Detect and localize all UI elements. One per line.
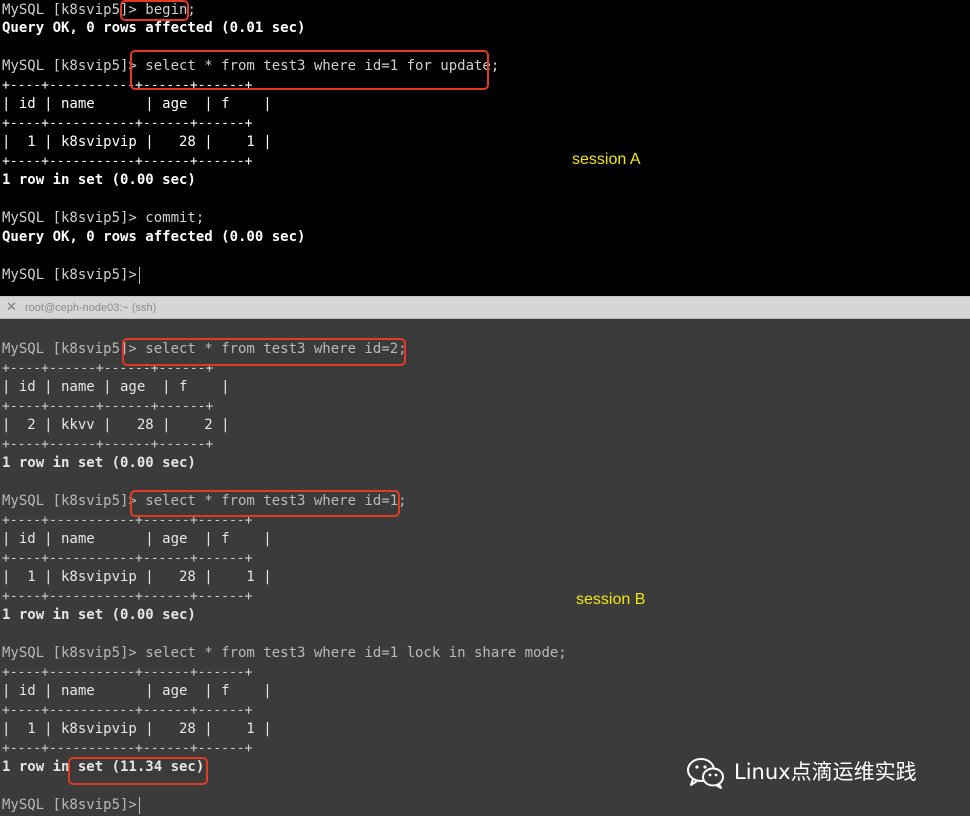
text-cursor	[139, 267, 140, 284]
tab-title[interactable]: root@ceph-node03:~ (ssh)	[25, 301, 156, 315]
terminal-line: 1 row in set (0.00 sec)	[2, 455, 196, 471]
terminal-prompt: MySQL [k8svip5]>	[2, 797, 146, 813]
highlight-box	[130, 490, 400, 517]
terminal-line: MySQL [k8svip5]> commit;	[2, 210, 205, 226]
table-header-row: | id | name | age | f |	[2, 683, 272, 699]
table-border: +----+------+------+------+	[2, 437, 214, 452]
session-a-label: session A	[572, 151, 641, 168]
table-border: +----+-----------+------+------+	[2, 741, 253, 756]
table-row: | 1 | k8svipvip | 28 | 1 |	[2, 721, 272, 737]
highlight-box	[120, 0, 189, 21]
session-a-terminal[interactable]: MySQL [k8svip5]> begin; Query OK, 0 rows…	[0, 0, 970, 296]
table-header-row: | id | name | age | f |	[2, 96, 272, 112]
table-border: +----+-----------+------+------+	[2, 551, 253, 566]
wechat-icon	[687, 758, 724, 789]
table-header-row: | id | name | age | f |	[2, 379, 230, 395]
table-row: | 1 | k8svipvip | 28 | 1 |	[2, 134, 272, 150]
session-b-label: session B	[576, 591, 646, 608]
terminal-line: Query OK, 0 rows affected (0.01 sec)	[2, 20, 306, 36]
terminal-line: MySQL [k8svip5]> select * from test3 whe…	[2, 645, 567, 661]
table-border: +----+-----------+------+------+	[2, 703, 253, 718]
text-cursor	[139, 797, 140, 814]
table-border: +----+------+------+------+	[2, 399, 214, 414]
close-icon[interactable]: ✕	[6, 300, 17, 315]
watermark-text: Linux点滴运维实践	[734, 760, 917, 784]
table-border: +----+-----------+------+------+	[2, 665, 253, 680]
terminal-line: Query OK, 0 rows affected (0.00 sec)	[2, 229, 306, 245]
table-row: | 1 | k8svipvip | 28 | 1 |	[2, 569, 272, 585]
table-border: +----+-----------+------+------+	[2, 116, 253, 131]
table-row: | 2 | kkvv | 28 | 2 |	[2, 417, 230, 433]
terminal-line: 1 row in set (0.00 sec)	[2, 607, 196, 623]
highlight-box	[68, 757, 208, 785]
highlight-box	[130, 50, 489, 90]
terminal-line: 1 row in set (0.00 sec)	[2, 172, 196, 188]
ssh-tab-bar[interactable]: ✕ root@ceph-node03:~ (ssh)	[0, 296, 970, 319]
session-b-terminal[interactable]: MySQL [k8svip5]> select * from test3 whe…	[0, 319, 970, 816]
terminal-prompt: MySQL [k8svip5]>	[2, 267, 146, 283]
highlight-box	[122, 338, 406, 366]
table-border: +----+-----------+------+------+	[2, 589, 253, 604]
table-border: +----+-----------+------+------+	[2, 154, 253, 169]
table-header-row: | id | name | age | f |	[2, 531, 272, 547]
